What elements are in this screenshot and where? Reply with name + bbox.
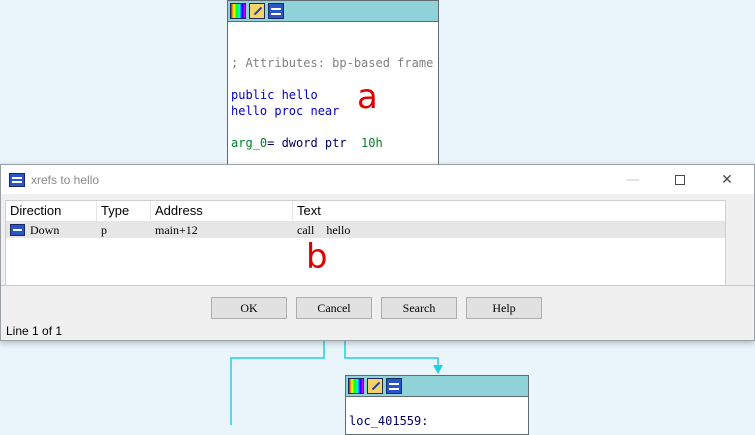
xrefs-dialog: xrefs to hello — ✕ Direction Type Addres… <box>0 164 755 341</box>
maximize-icon <box>675 174 685 185</box>
table-row[interactable]: Down p main+12 call hello <box>6 222 725 238</box>
help-button[interactable]: Help <box>466 297 542 319</box>
column-header-direction[interactable]: Direction <box>6 201 97 221</box>
color-palette-icon[interactable] <box>348 378 364 394</box>
direction-value: Down <box>30 223 60 237</box>
maximize-button[interactable] <box>657 165 703 194</box>
location-label: loc_401559: <box>349 414 429 428</box>
proc-declaration: hello proc near <box>231 104 340 118</box>
cell-address: main+12 <box>155 223 198 237</box>
edit-pencil-icon[interactable] <box>249 3 265 19</box>
xrefs-list[interactable]: Direction Type Address Text Down p main+… <box>5 200 726 286</box>
cancel-button[interactable]: Cancel <box>296 297 372 319</box>
cell-direction: Down <box>6 222 97 238</box>
edit-pencil-icon[interactable] <box>367 378 383 394</box>
graph-node-loc[interactable]: loc_401559: <box>345 375 529 435</box>
dialog-separator <box>1 285 754 286</box>
arg-name: arg_0 <box>231 136 268 150</box>
edge-arrowhead <box>433 365 443 374</box>
close-button[interactable]: ✕ <box>704 165 750 194</box>
list-header: Direction Type Address Text <box>6 201 725 222</box>
cell-type: p <box>101 223 107 237</box>
column-header-text[interactable]: Text <box>293 201 725 221</box>
dialog-title: xrefs to hello <box>31 172 100 187</box>
column-header-address[interactable]: Address <box>151 201 293 221</box>
minimize-button[interactable]: — <box>610 165 656 194</box>
graph-icon[interactable] <box>268 3 284 19</box>
graph-edge-right <box>344 340 439 366</box>
cell-text: call hello <box>297 223 351 237</box>
graph-node-hello[interactable]: ; Attributes: bp-based frame public hell… <box>227 0 439 166</box>
xrefs-icon <box>9 172 25 187</box>
xref-icon <box>10 224 25 236</box>
graph-edge-left <box>230 340 325 425</box>
arg-type: = dword ptr <box>267 136 362 150</box>
column-header-type[interactable]: Type <box>97 201 151 221</box>
status-text: Line 1 of 1 <box>6 324 63 338</box>
color-palette-icon[interactable] <box>230 3 246 19</box>
annotation-b: b <box>306 237 328 277</box>
arg-offset: 10h <box>361 136 383 150</box>
node-header <box>228 1 438 22</box>
ok-button[interactable]: OK <box>211 297 287 319</box>
node-header <box>346 376 528 397</box>
arg-definition: arg_0= dword ptr 10h <box>231 136 383 150</box>
search-button[interactable]: Search <box>381 297 457 319</box>
graph-icon[interactable] <box>386 378 402 394</box>
annotation-a: a <box>357 77 378 117</box>
public-declaration: public hello <box>231 88 318 102</box>
attributes-comment: ; Attributes: bp-based frame <box>231 56 434 70</box>
dialog-titlebar[interactable]: xrefs to hello — ✕ <box>1 165 754 194</box>
